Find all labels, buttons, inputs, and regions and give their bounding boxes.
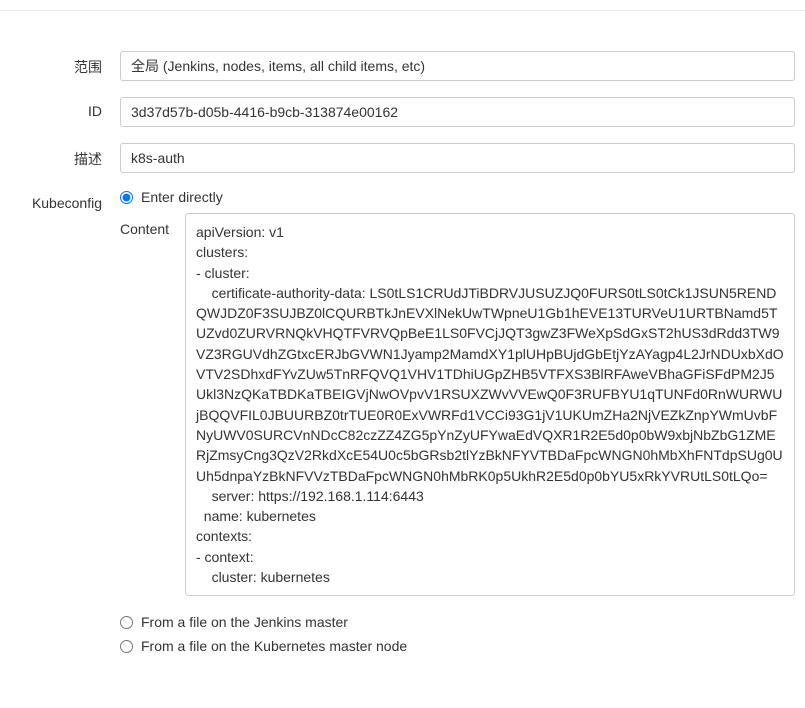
id-input[interactable] <box>120 97 795 127</box>
description-label: 描述 <box>10 143 120 169</box>
kubeconfig-row: Kubeconfig Enter directly Content apiVer… <box>10 189 795 662</box>
scope-label: 范围 <box>10 51 120 77</box>
radio-from-jenkins-master-input[interactable] <box>120 616 133 629</box>
credentials-form: 范围 ID 描述 Kubeconfig Enter directly Conte… <box>0 31 805 698</box>
id-row: ID <box>10 97 795 127</box>
radio-enter-directly-input[interactable] <box>120 191 133 204</box>
scope-input[interactable] <box>120 51 795 81</box>
radio-from-kubernetes-master-label: From a file on the Kubernetes master nod… <box>141 638 407 654</box>
radio-from-jenkins-master[interactable]: From a file on the Jenkins master <box>120 614 795 630</box>
scope-row: 范围 <box>10 51 795 81</box>
radio-from-jenkins-master-label: From a file on the Jenkins master <box>141 614 348 630</box>
content-label: Content <box>120 213 185 596</box>
radio-enter-directly-label: Enter directly <box>141 189 223 205</box>
id-label: ID <box>10 97 120 119</box>
kubeconfig-label: Kubeconfig <box>10 189 120 211</box>
kubeconfig-content-textarea[interactable]: apiVersion: v1 clusters: - cluster: cert… <box>185 213 795 596</box>
radio-from-kubernetes-master[interactable]: From a file on the Kubernetes master nod… <box>120 638 795 654</box>
description-input[interactable] <box>120 143 795 173</box>
radio-from-kubernetes-master-input[interactable] <box>120 640 133 653</box>
description-row: 描述 <box>10 143 795 173</box>
radio-enter-directly[interactable]: Enter directly <box>120 189 795 205</box>
